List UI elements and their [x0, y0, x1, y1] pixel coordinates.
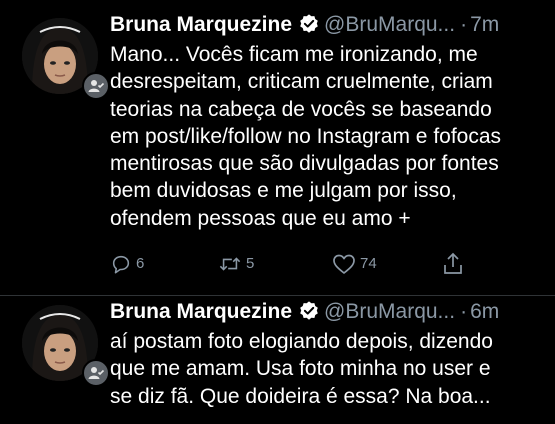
tweet-timestamp[interactable]: 7m	[470, 13, 499, 36]
tweet-text-line: que me amam. Usa foto minha no user e	[110, 357, 491, 381]
separator-dot: ·	[460, 13, 468, 36]
tweet-text-line: teorias na cabeça de vocês se baseando	[110, 97, 492, 121]
reply-button[interactable]: 6	[110, 251, 144, 277]
like-icon	[333, 254, 355, 274]
tweet-text-line: bem duvidosas e me julgam por isso,	[110, 179, 457, 203]
author-name[interactable]: Bruna Marquezine	[110, 13, 292, 36]
author-handle[interactable]: @BruMarqu...	[324, 300, 455, 323]
account-switch-badge[interactable]	[82, 359, 110, 387]
retweet-button[interactable]: 5	[218, 251, 254, 277]
tweet-text-line: ofendem pessoas que eu amo +	[110, 206, 411, 230]
tweet-text-line: mentirosas que são divulgadas por fontes	[110, 152, 499, 176]
author-name[interactable]: Bruna Marquezine	[110, 300, 292, 323]
user-check-icon	[88, 80, 105, 92]
user-check-icon	[88, 367, 105, 379]
like-button[interactable]: 74	[332, 251, 377, 277]
tweet-text-line: desrespeitam, criticam cruelmente, criam	[110, 70, 493, 94]
reply-count: 6	[136, 255, 145, 272]
verified-badge-icon	[300, 301, 318, 320]
tweet-text-line: aí postam foto elogiando depois, dizendo	[110, 330, 493, 353]
account-switch-badge[interactable]	[82, 72, 110, 100]
tweet-actions: 6 5 74	[110, 251, 550, 277]
tweet-text-line: em post/like/follow no Instagram e fofoc…	[110, 124, 502, 148]
verified-badge-icon	[300, 14, 318, 33]
like-count: 74	[360, 255, 377, 272]
tweet-text: aí postam foto elogiando depois, dizendo…	[110, 328, 550, 410]
tweet[interactable]: Bruna Marquezine @BruMarqu... · 7m Mano...…	[0, 0, 555, 296]
tweet-text-line: Mano... Vocês ficam me ironizando, me	[110, 43, 478, 66]
tweet-header: Bruna Marquezine @BruMarqu... · 6m	[110, 297, 545, 327]
author-handle[interactable]: @BruMarqu...	[324, 13, 455, 36]
tweet-timestamp[interactable]: 6m	[470, 300, 499, 323]
tweet-divider	[0, 295, 555, 296]
tweet-header: Bruna Marquezine @BruMarqu... · 7m	[110, 10, 545, 40]
tweet-text: Mano... Vocês ficam me ironizando, me de…	[110, 41, 550, 232]
share-icon	[444, 252, 462, 274]
retweet-icon	[219, 257, 241, 271]
retweet-count: 5	[246, 255, 255, 272]
separator-dot: ·	[460, 300, 468, 323]
tweet-text-line: se diz fã. Que doideira é essa? Na boa..…	[110, 384, 491, 408]
reply-icon	[112, 255, 130, 274]
share-button[interactable]	[442, 251, 464, 277]
tweet[interactable]: Bruna Marquezine @BruMarqu... · 6m aí post…	[0, 297, 555, 424]
